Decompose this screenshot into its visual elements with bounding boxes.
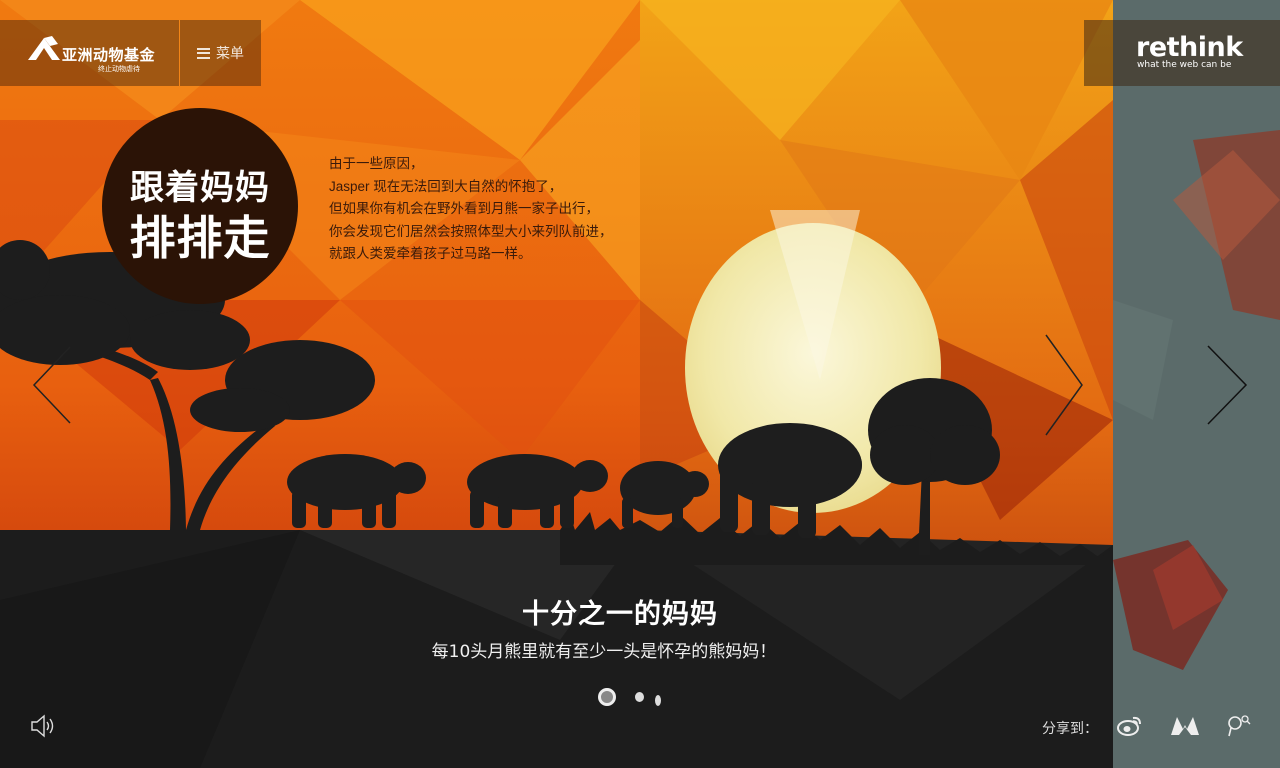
story-line: 你会发现它们居然会按照体型大小来列队前进， <box>329 223 613 239</box>
renren-icon[interactable] <box>1169 715 1201 737</box>
weibo-icon[interactable] <box>1117 714 1143 738</box>
story-title-line2: 排排走 <box>129 211 271 265</box>
rethink-logo: rethink <box>1136 32 1243 63</box>
next-chapter-arrow-icon[interactable] <box>1206 344 1250 426</box>
pagination-dot[interactable] <box>635 692 644 702</box>
logo-title: 亚洲动物基金 <box>62 46 156 64</box>
rethink-tagline: what the web can be <box>1137 60 1232 70</box>
story-line: 但如果你有机会在野外看到月熊一家子出行， <box>329 201 599 216</box>
logo-subtitle: 终止动物虐待 <box>98 65 140 73</box>
foundation-logo-icon <box>28 36 60 60</box>
pagination-dot[interactable] <box>655 695 661 706</box>
story-line: 由于一些原因， <box>329 156 424 171</box>
rethink-logo-link[interactable]: rethink what the web can be <box>1084 20 1280 86</box>
share-label: 分享到： <box>1042 721 1098 737</box>
story-text: 由于一些原因， Jasper 现在无法回到大自然的怀抱了， 但如果你有机会在野外… <box>329 153 613 266</box>
next-slide-arrow-icon[interactable] <box>1044 333 1088 437</box>
menu-button[interactable]: 菜单 <box>180 20 261 86</box>
sound-icon[interactable] <box>30 713 58 739</box>
stage: 亚洲动物基金 终止动物虐待 菜单 rethink what the web ca… <box>0 0 1280 768</box>
story-line: Jasper 现在无法回到大自然的怀抱了， <box>329 178 563 194</box>
story-title-badge: 跟着妈妈 排排走 <box>102 108 298 304</box>
caption-title: 十分之一的妈妈 <box>522 599 718 630</box>
previous-slide-arrow-icon[interactable] <box>30 345 74 425</box>
qq-icon[interactable] <box>1226 714 1252 738</box>
logo[interactable]: 亚洲动物基金 终止动物虐待 <box>0 20 179 86</box>
hamburger-icon <box>197 47 210 59</box>
caption-subtitle: 每10头月熊里就有至少一头是怀孕的熊妈妈！ <box>431 642 777 662</box>
pagination-dot-active[interactable] <box>598 688 616 706</box>
story-line: 就跟人类爱牵着孩子过马路一样。 <box>329 246 532 261</box>
menu-label: 菜单 <box>216 46 244 62</box>
